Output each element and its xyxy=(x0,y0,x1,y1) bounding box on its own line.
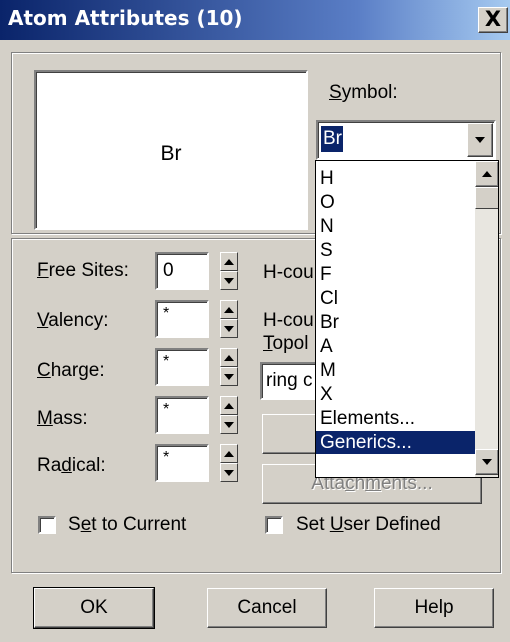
list-item[interactable]: M xyxy=(320,359,336,382)
h-count-label-1: H-cou xyxy=(263,262,314,283)
ok-button[interactable]: OK xyxy=(33,587,155,629)
arrow-down-icon xyxy=(224,421,234,428)
atom-preview-label: Br xyxy=(160,142,182,165)
spin-up-button[interactable] xyxy=(220,300,238,319)
arrow-up-icon xyxy=(224,258,234,265)
arrow-down-icon xyxy=(224,469,234,476)
arrow-down-icon xyxy=(224,277,234,284)
charge-spinner[interactable] xyxy=(220,348,238,386)
spin-down-button[interactable] xyxy=(220,415,238,434)
dropdown-scrollbar[interactable] xyxy=(475,161,498,477)
arrow-down-icon xyxy=(224,325,234,332)
atom-preview: Br xyxy=(34,70,308,230)
valency-spinner[interactable] xyxy=(220,300,238,338)
spin-down-button[interactable] xyxy=(220,367,238,386)
free-sites-input[interactable]: 0 xyxy=(155,252,209,290)
arrow-down-icon xyxy=(482,459,492,465)
spin-up-button[interactable] xyxy=(220,444,238,463)
symbol-dropdown-button[interactable] xyxy=(467,123,493,157)
scroll-thumb[interactable] xyxy=(475,187,498,209)
list-item[interactable]: A xyxy=(320,335,333,358)
radical-spinner[interactable] xyxy=(220,444,238,482)
close-icon: X xyxy=(484,7,502,31)
symbol-dropdown-list[interactable]: H O N S F Cl Br A M X Elements... Generi… xyxy=(315,160,499,478)
valency-label: Valency: xyxy=(37,310,109,331)
list-item[interactable]: Br xyxy=(320,311,339,334)
arrow-up-icon xyxy=(224,402,234,409)
spin-down-button[interactable] xyxy=(220,319,238,338)
list-item[interactable]: X xyxy=(320,383,333,406)
close-button[interactable]: X xyxy=(478,7,508,33)
list-item[interactable]: Elements... xyxy=(320,407,415,430)
arrow-up-icon xyxy=(482,171,492,177)
valency-input[interactable]: * xyxy=(155,300,209,338)
spin-up-button[interactable] xyxy=(220,252,238,271)
spin-up-button[interactable] xyxy=(220,348,238,367)
set-to-current-label: Set to Current xyxy=(68,514,187,535)
list-item[interactable]: Cl xyxy=(320,287,338,310)
spin-down-button[interactable] xyxy=(220,271,238,290)
symbol-value[interactable]: Br xyxy=(321,126,343,152)
list-item[interactable]: O xyxy=(320,191,335,214)
window-title: Atom Attributes (10) xyxy=(8,6,243,30)
symbol-label: Symbol: xyxy=(329,82,398,103)
free-sites-label: Free Sites: xyxy=(37,260,129,281)
arrow-up-icon xyxy=(224,450,234,457)
chevron-down-icon xyxy=(475,137,485,143)
radical-label: Radical: xyxy=(37,455,106,476)
free-sites-spinner[interactable] xyxy=(220,252,238,290)
scroll-down-button[interactable] xyxy=(475,449,498,475)
mass-input[interactable]: * xyxy=(155,396,209,434)
mass-label: Mass: xyxy=(37,408,88,429)
arrow-up-icon xyxy=(224,306,234,313)
help-button[interactable]: Help xyxy=(374,588,494,628)
spin-down-button[interactable] xyxy=(220,463,238,482)
list-item[interactable]: S xyxy=(320,239,333,262)
cancel-button[interactable]: Cancel xyxy=(207,588,327,628)
list-item-selected[interactable]: Generics... xyxy=(316,431,475,454)
list-item[interactable]: N xyxy=(320,215,334,238)
scroll-up-button[interactable] xyxy=(475,161,498,187)
arrow-down-icon xyxy=(224,373,234,380)
mass-spinner[interactable] xyxy=(220,396,238,434)
arrow-up-icon xyxy=(224,354,234,361)
set-to-current-checkbox[interactable] xyxy=(38,516,56,534)
set-user-defined-label: Set User Defined xyxy=(296,514,441,535)
list-item[interactable]: F xyxy=(320,263,332,286)
spin-up-button[interactable] xyxy=(220,396,238,415)
set-user-defined-checkbox[interactable] xyxy=(265,516,283,534)
list-item[interactable]: H xyxy=(320,167,334,190)
topology-label: Topol xyxy=(263,333,309,354)
symbol-combobox[interactable]: Br xyxy=(316,120,496,160)
radical-input[interactable]: * xyxy=(155,444,209,482)
h-count-label-2: H-cou xyxy=(263,310,314,331)
charge-input[interactable]: * xyxy=(155,348,209,386)
charge-label: Charge: xyxy=(37,360,105,381)
